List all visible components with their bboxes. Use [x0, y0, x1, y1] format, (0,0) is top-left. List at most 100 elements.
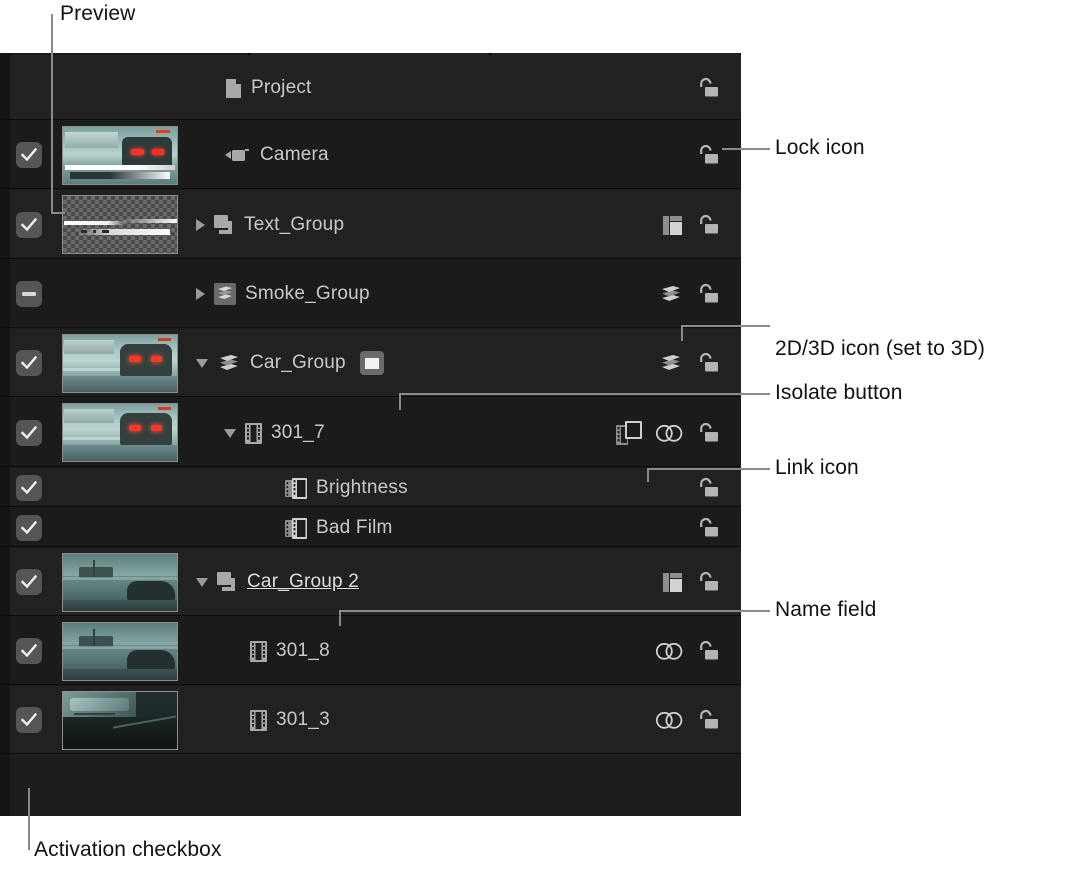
activation-checkbox[interactable]	[16, 350, 42, 376]
layer-row[interactable]: Text_Group	[0, 190, 741, 259]
callout-isolate-horizontal	[400, 393, 770, 395]
3d-layers-icon[interactable]	[659, 285, 683, 304]
layer-name[interactable]: 301_8	[276, 640, 330, 662]
activation-checkbox[interactable]	[16, 638, 42, 664]
row-background	[10, 55, 741, 119]
layer-preview-thumbnail[interactable]	[62, 691, 178, 750]
link-icon[interactable]	[656, 643, 683, 660]
lock-open-icon[interactable]	[697, 77, 719, 99]
row-gutter	[0, 508, 10, 546]
layer-row[interactable]: 301_7	[0, 398, 741, 467]
lock-open-icon[interactable]	[697, 283, 719, 305]
filter-icon	[285, 518, 307, 539]
callout-activation-vertical	[28, 788, 30, 850]
group-icon	[214, 215, 235, 235]
film-clip-icon	[250, 710, 267, 731]
lock-open-icon[interactable]	[697, 144, 719, 166]
lock-open-icon[interactable]	[697, 709, 719, 731]
lock-open-icon[interactable]	[697, 517, 719, 539]
filter-icon	[285, 478, 307, 499]
disclosure-triangle-collapsed[interactable]	[196, 288, 205, 300]
row-background	[10, 260, 741, 327]
activation-checkbox[interactable]	[16, 515, 42, 541]
document-icon	[225, 78, 242, 99]
callout-2d3d-horizontal	[682, 325, 770, 327]
layer-name[interactable]: Car_Group	[250, 352, 346, 374]
activation-checkbox[interactable]	[16, 569, 42, 595]
layers-panel: Layers Media Audio ProjectCameraText_Gro…	[0, 53, 741, 816]
layer-row[interactable]: Project	[0, 55, 741, 120]
annotation-isolate-button: Isolate button	[775, 381, 903, 405]
lock-open-icon[interactable]	[697, 352, 719, 374]
lock-open-icon[interactable]	[697, 640, 719, 662]
callout-preview-horizontal	[51, 212, 65, 214]
isolate-button[interactable]	[360, 351, 384, 375]
lock-open-icon[interactable]	[697, 214, 719, 236]
layer-name[interactable]: Smoke_Group	[245, 283, 370, 305]
layer-preview-thumbnail[interactable]	[62, 553, 178, 612]
link-icon[interactable]	[656, 425, 683, 442]
2d-group-icon[interactable]	[663, 216, 683, 235]
layer-preview-thumbnail[interactable]	[62, 622, 178, 681]
disclosure-triangle-expanded[interactable]	[196, 578, 208, 587]
link-icon[interactable]	[656, 712, 683, 729]
filter-stack-icon[interactable]	[616, 421, 642, 445]
layer-row[interactable]: Car_Group	[0, 329, 741, 397]
row-gutter	[0, 55, 10, 119]
layer-row[interactable]: 301_8	[0, 617, 741, 685]
layer-name[interactable]: 301_3	[276, 709, 330, 731]
layer-row[interactable]: Brightness	[0, 468, 741, 507]
row-gutter	[0, 686, 10, 753]
row-icon-cluster	[616, 421, 719, 445]
film-clip-icon	[245, 423, 262, 444]
row-icon-cluster	[697, 476, 719, 500]
lock-open-icon[interactable]	[697, 571, 719, 593]
annotation-name-field: Name field	[775, 598, 876, 622]
annotation-activation-checkbox: Activation checkbox	[34, 838, 222, 862]
layer-preview-thumbnail[interactable]	[62, 126, 178, 185]
layer-name[interactable]: Project	[251, 77, 312, 99]
3d-layers-icon	[217, 354, 241, 373]
activation-checkbox[interactable]	[16, 281, 42, 307]
row-icon-cluster	[697, 143, 719, 167]
row-gutter	[0, 260, 10, 327]
activation-checkbox[interactable]	[16, 420, 42, 446]
activation-checkbox[interactable]	[16, 142, 42, 168]
row-icon-cluster	[656, 639, 719, 663]
2d-group-icon[interactable]	[663, 573, 683, 592]
layer-preview-thumbnail[interactable]	[62, 403, 178, 462]
activation-checkbox[interactable]	[16, 707, 42, 733]
annotation-link-icon: Link icon	[775, 456, 859, 480]
annotation-preview: Preview	[60, 2, 135, 26]
row-icon-cluster	[697, 516, 719, 540]
layer-row[interactable]: Bad Film	[0, 508, 741, 547]
row-icon-cluster	[663, 213, 719, 237]
lock-open-icon[interactable]	[697, 422, 719, 444]
row-gutter	[0, 329, 10, 396]
row-gutter	[0, 121, 10, 188]
layer-name[interactable]: Camera	[260, 144, 329, 166]
row-gutter	[0, 548, 10, 615]
layer-name-field[interactable]: Car_Group 2	[247, 571, 359, 593]
layer-name[interactable]: Bad Film	[316, 517, 393, 539]
disclosure-triangle-collapsed[interactable]	[196, 219, 205, 231]
film-clip-icon	[250, 641, 267, 662]
activation-checkbox[interactable]	[16, 475, 42, 501]
layer-name[interactable]: Brightness	[316, 477, 408, 499]
layer-preview-thumbnail[interactable]	[62, 195, 178, 254]
disclosure-triangle-expanded[interactable]	[224, 429, 236, 438]
activation-checkbox[interactable]	[16, 212, 42, 238]
layer-row[interactable]: 301_3	[0, 686, 741, 754]
layer-name[interactable]: Text_Group	[244, 214, 344, 236]
row-gutter	[0, 617, 10, 684]
layer-name[interactable]: 301_7	[271, 422, 325, 444]
layer-row[interactable]: Car_Group 2	[0, 548, 741, 616]
callout-lock-icon	[722, 148, 770, 150]
3d-layers-icon[interactable]	[659, 354, 683, 373]
disclosure-triangle-expanded[interactable]	[196, 359, 208, 368]
lock-open-icon[interactable]	[697, 477, 719, 499]
row-icon-cluster	[656, 708, 719, 732]
layer-preview-thumbnail[interactable]	[62, 334, 178, 393]
layer-row[interactable]: Camera	[0, 121, 741, 189]
layer-row[interactable]: Smoke_Group	[0, 260, 741, 328]
